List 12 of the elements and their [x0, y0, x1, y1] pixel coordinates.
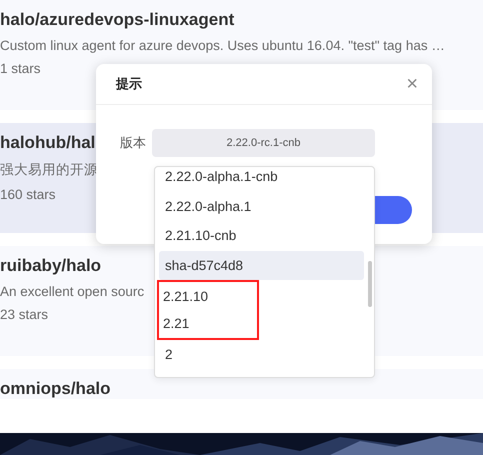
repo-description: An excellent open sourc — [0, 284, 144, 299]
repo-description: Custom linux agent for azure devops. Uses ubuntu 16.04. "test" tag has … — [0, 38, 445, 53]
version-label: 版本 — [120, 134, 146, 152]
repo-name: halohub/hal — [0, 133, 96, 153]
star-count: 1 stars — [0, 61, 41, 76]
repo-name: halo/azuredevops-linuxagent — [0, 10, 234, 30]
repo-name: ruibaby/halo — [0, 256, 102, 276]
dialog-title: 提示 — [116, 75, 142, 93]
repo-name: omniops/halo — [0, 379, 110, 399]
star-count: 160 stars — [0, 187, 56, 202]
repo-description: 强大易用的开源 — [0, 161, 98, 179]
star-count: 23 stars — [0, 307, 48, 322]
